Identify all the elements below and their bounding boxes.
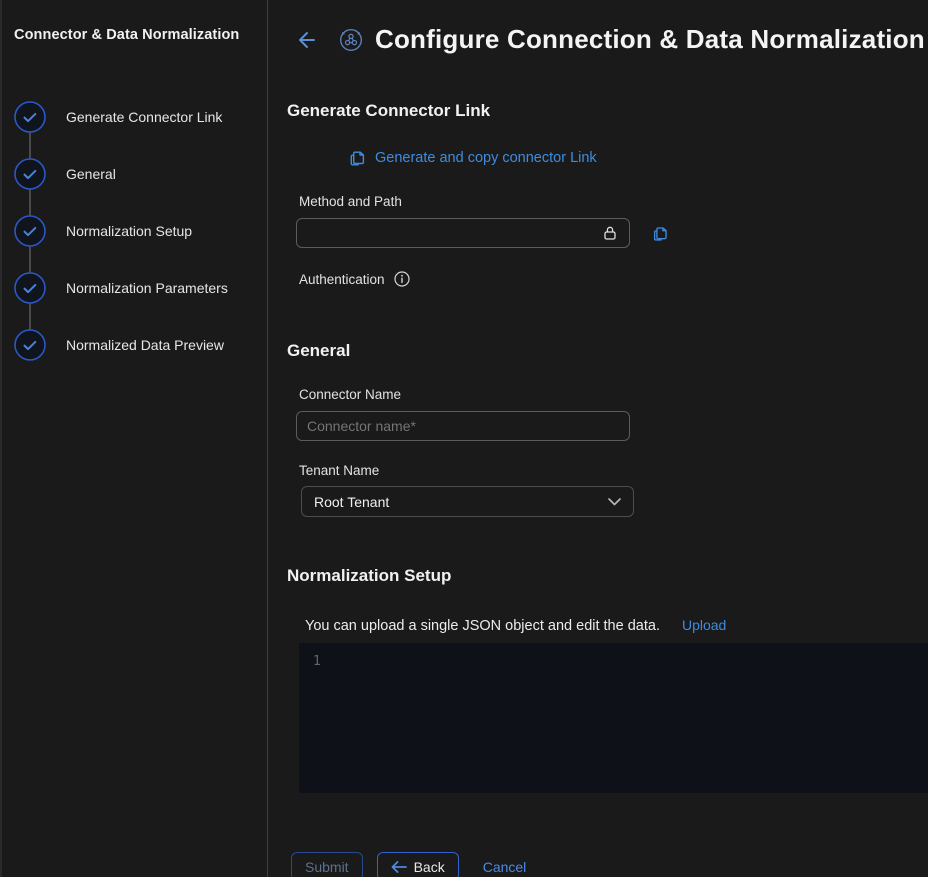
section-title-normalization: Normalization Setup (287, 566, 928, 586)
step-label: Normalized Data Preview (66, 337, 224, 353)
check-circle-icon (14, 329, 46, 361)
section-title-generate: Generate Connector Link (287, 101, 928, 121)
section-title-general: General (287, 341, 928, 361)
info-icon[interactable] (394, 271, 410, 287)
method-and-path-input[interactable] (296, 218, 630, 248)
back-label: Back (414, 859, 445, 875)
footer-actions: Submit Back Cancel (291, 852, 928, 877)
section-generate-connector-link: Generate Connector Link Generate and cop… (287, 101, 928, 287)
sidebar-title: Connector & Data Normalization (14, 27, 255, 43)
tenant-name-select[interactable]: Root Tenant (301, 486, 634, 517)
method-and-path-row (287, 218, 928, 248)
editor-line-number: 1 (313, 654, 321, 669)
check-circle-icon (14, 272, 46, 304)
main-content: Configure Connection & Data Normalizatio… (268, 0, 928, 877)
section-general: General Connector Name Tenant Name Root … (287, 341, 928, 517)
back-arrow-icon[interactable] (294, 28, 318, 52)
step-label: General (66, 166, 116, 182)
authentication-label: Authentication (299, 272, 385, 287)
submit-label: Submit (305, 859, 349, 875)
generate-copy-link-button[interactable]: Generate and copy connector Link (349, 149, 928, 167)
step-normalized-data-preview[interactable]: Normalized Data Preview (14, 316, 255, 373)
cancel-link[interactable]: Cancel (483, 859, 527, 875)
method-and-path-label: Method and Path (299, 194, 928, 209)
step-general[interactable]: General (14, 145, 255, 202)
connector-name-input[interactable] (296, 411, 630, 441)
json-editor[interactable]: 1 (299, 643, 928, 793)
connector-name-label: Connector Name (299, 387, 928, 402)
page-header: Configure Connection & Data Normalizatio… (287, 24, 928, 55)
authentication-row: Authentication (299, 271, 928, 287)
chevron-down-icon (608, 498, 621, 506)
section-normalization-setup: Normalization Setup You can upload a sin… (287, 566, 928, 793)
check-circle-icon (14, 215, 46, 247)
copy-method-path-icon[interactable] (652, 225, 669, 242)
wizard-sidebar: Connector & Data Normalization Generate … (0, 0, 268, 877)
arrow-left-icon (391, 861, 407, 873)
copy-icon (349, 149, 366, 167)
page-title: Configure Connection & Data Normalizatio… (375, 24, 925, 55)
check-circle-icon (14, 101, 46, 133)
back-button[interactable]: Back (377, 852, 459, 877)
step-label: Generate Connector Link (66, 109, 222, 125)
submit-button[interactable]: Submit (291, 852, 363, 877)
step-label: Normalization Parameters (66, 280, 228, 296)
upload-link[interactable]: Upload (682, 617, 726, 633)
wizard-stepper: Generate Connector Link General Normaliz… (14, 88, 255, 373)
upload-hint-text: You can upload a single JSON object and … (305, 618, 660, 634)
tenant-name-label: Tenant Name (299, 463, 928, 478)
tenant-name-value: Root Tenant (314, 494, 389, 510)
step-label: Normalization Setup (66, 223, 192, 239)
check-circle-icon (14, 158, 46, 190)
step-normalization-parameters[interactable]: Normalization Parameters (14, 259, 255, 316)
generate-copy-link-label: Generate and copy connector Link (375, 150, 597, 166)
upload-row: You can upload a single JSON object and … (305, 617, 928, 634)
connector-network-icon (338, 27, 364, 53)
step-normalization-setup[interactable]: Normalization Setup (14, 202, 255, 259)
step-generate-connector-link[interactable]: Generate Connector Link (14, 88, 255, 145)
